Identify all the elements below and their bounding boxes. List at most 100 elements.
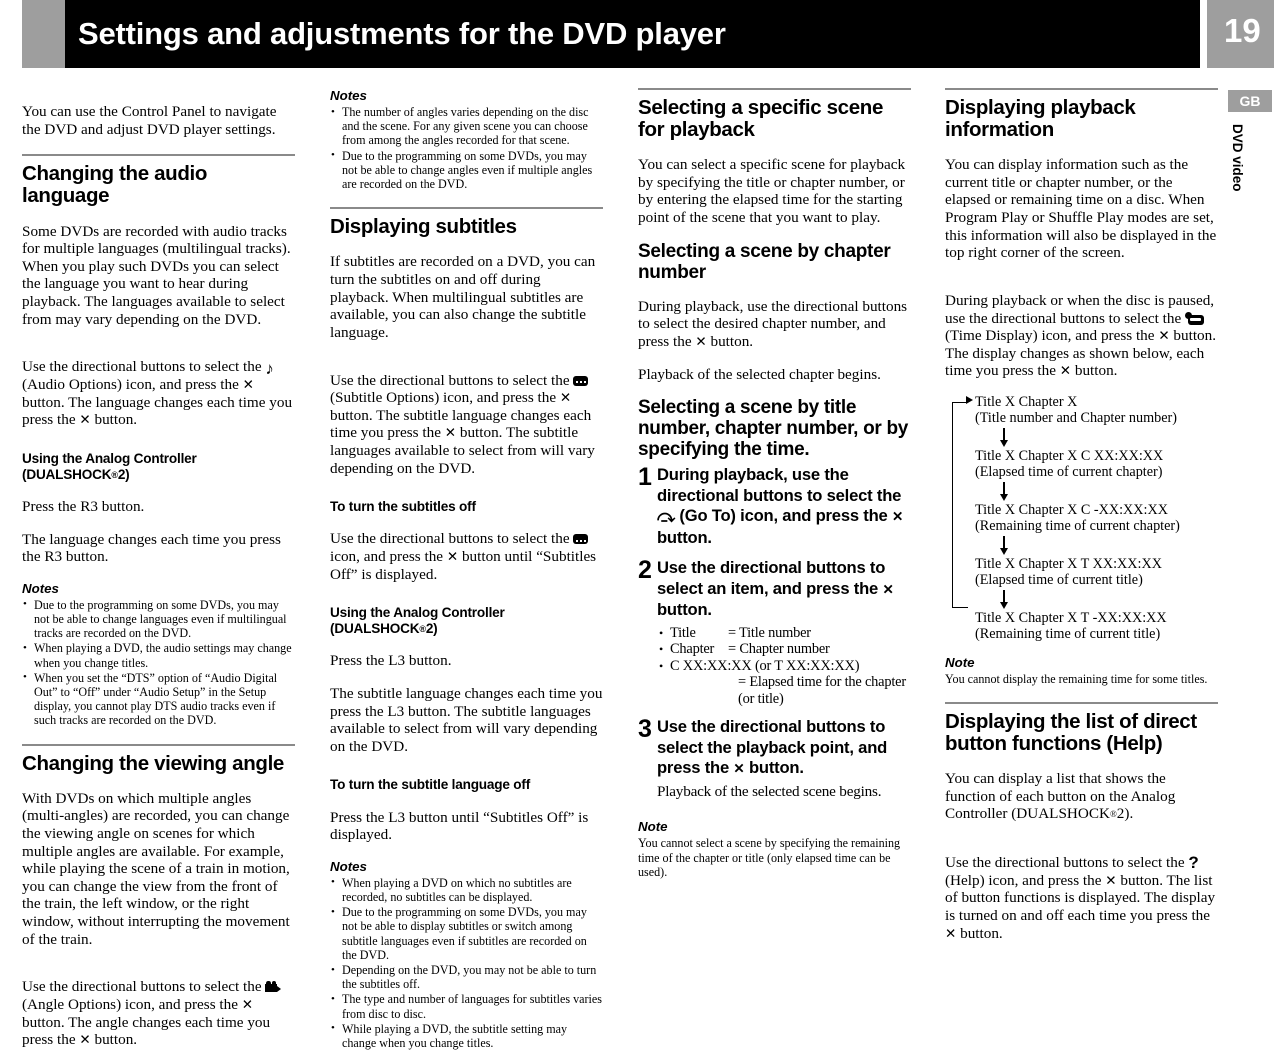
step-text: Use the directional buttons to select th… [657, 717, 911, 800]
viewing-angle-paragraph: With DVDs on which multiple angles (mult… [22, 789, 290, 948]
step-2: 2 Use the directional buttons to select … [638, 558, 911, 707]
cross-button-icon: ✕ [559, 390, 572, 406]
subheading-analog-controller: Using the Analog Controller (DUALSHOCK®2… [330, 605, 603, 637]
cross-button-icon: ✕ [695, 333, 707, 349]
step-1: 1 During playback, use the directional b… [638, 465, 911, 548]
step-text-b: (Go To) icon, and press the [679, 506, 888, 526]
scene-by-chapter-instruction: During playback, use the directional but… [638, 298, 911, 351]
l3-button-text: Press the L3 button. [330, 652, 452, 670]
step-result: Playback of the selected scene begins. [657, 782, 882, 800]
section-selecting-specific-scene: Selecting a specific scene for playback [638, 96, 883, 141]
notes-list: Due to the programming on some DVDs, you… [22, 597, 295, 728]
instruction-text-d: button. [94, 1031, 138, 1049]
time-display-flow-diagram: Title X Chapter X (Title number and Chap… [951, 394, 1218, 642]
note-item: When you set the “DTS” option of “Audio … [22, 670, 295, 728]
instruction-text-b: (Help) icon, and press the [945, 871, 1102, 889]
definition-item: Title = Title number [657, 625, 911, 642]
r3-button-text-2: The language changes each time you press… [22, 530, 281, 566]
notes-heading: Notes [330, 858, 367, 874]
subtitle-icon [573, 534, 589, 545]
notes-heading: Notes [330, 88, 367, 103]
flow-item-line1: Title X Chapter X T XX:XX:XX [975, 555, 1162, 572]
definition-value: = Title number [728, 624, 811, 641]
flow-loop-bracket [952, 401, 968, 608]
flow-arrowhead-icon [966, 396, 973, 405]
instruction-text-c: button. The language changes each time y… [22, 393, 293, 429]
step-number: 3 [638, 715, 652, 744]
cross-button-icon: ✕ [1059, 363, 1072, 379]
step-text-a: Use the directional buttons to select an… [657, 558, 886, 598]
divider [945, 702, 1218, 705]
note-item: When playing a DVD, the audio settings m… [22, 641, 295, 670]
instruction-text-d: button. [1074, 362, 1118, 380]
definition-value: = Chapter number [728, 641, 830, 658]
notes-list: When playing a DVD on which no subtitles… [330, 875, 603, 1050]
subheading-analog-controller: Using the Analog Controller (DUALSHOCK®2… [22, 451, 295, 483]
notes-heading: Notes [22, 580, 59, 596]
viewing-angle-instruction: Use the directional buttons to select th… [22, 978, 295, 1048]
intro-paragraph: You can use the Control Panel to navigat… [22, 103, 277, 138]
l3-button-text-2: The subtitle language changes each time … [330, 685, 603, 755]
help-instruction: Use the directional buttons to select th… [945, 854, 1218, 942]
subsection-scene-by-chapter: Selecting a scene by chapter number [638, 240, 891, 283]
divider [330, 207, 603, 210]
step-text-b: button. [748, 758, 804, 778]
flow-item-line1: Title X Chapter X C XX:XX:XX [975, 447, 1164, 464]
definition-term: C XX:XX:XX (or T XX:XX:XX) [670, 657, 860, 674]
flow-down-arrow-icon [1000, 480, 1218, 502]
flow-item-line1: Title X Chapter X T -XX:XX:XX [975, 609, 1167, 626]
instruction-text-c: button. The angle changes each time you … [22, 1013, 271, 1049]
help-paragraph: You can display a list that shows the fu… [945, 770, 1218, 824]
column-1: You can use the Control Panel to navigat… [22, 88, 295, 1049]
instruction-text-b: (Angle Options) icon, and press the [22, 995, 238, 1013]
instruction-text-b: (Time Display) icon, and press the [945, 327, 1155, 345]
turn-subtitle-language-off-text: Press the L3 button until “Subtitles Off… [330, 808, 589, 844]
note-item: When playing a DVD on which no subtitles… [330, 875, 603, 904]
instruction-text-b: (Audio Options) icon, and press the [22, 375, 239, 393]
note-item: Due to the programming on some DVDs, you… [22, 597, 295, 641]
cross-button-icon: ✕ [444, 425, 457, 441]
column-4: Displaying playback information You can … [945, 88, 1218, 942]
subsection-scene-by-title: Selecting a scene by title number, chapt… [638, 397, 909, 461]
page-title: Settings and adjustments for the DVD pla… [78, 16, 726, 51]
audio-language-instruction: Use the directional buttons to select th… [22, 358, 293, 429]
subtitles-instruction: Use the directional buttons to select th… [330, 372, 603, 478]
step-text-c: button. [657, 527, 712, 547]
note-item: Depending on the DVD, you may not be abl… [330, 963, 603, 992]
definition-term: Title [670, 624, 696, 641]
side-tab: GB DVD video [1228, 90, 1272, 192]
subheading-text: Using the Analog Controller (DUALSHOCK [22, 450, 197, 482]
cross-button-icon: ✕ [79, 412, 91, 428]
note-item: The number of angles varies depending on… [330, 105, 603, 148]
page-number-badge: 19 [1207, 0, 1274, 68]
instruction-text-a: Use the directional buttons to select th… [330, 371, 570, 389]
step-number: 2 [638, 556, 652, 585]
instruction-text-a: Use the directional buttons to select th… [330, 530, 570, 548]
specific-scene-paragraph: You can select a specific scene for play… [638, 156, 906, 226]
section-displaying-playback-information: Displaying playback information [945, 96, 1136, 141]
flow-item-line2: (Elapsed time of current title) [975, 571, 1143, 588]
cross-button-icon: ✕ [945, 925, 957, 941]
flow-down-arrow-icon [1000, 588, 1218, 610]
note-item: The type and number of languages for sub… [330, 992, 603, 1021]
instruction-text-a: Use the directional buttons to select th… [22, 978, 262, 996]
divider [22, 154, 295, 157]
instruction-text-a: Use the directional buttons to select th… [22, 358, 262, 376]
note-body: You cannot select a scene by specifying … [638, 836, 901, 879]
step-text-a: During playback, use the directional but… [657, 465, 902, 505]
flow-item-line1: Title X Chapter X [975, 393, 1078, 410]
step-text: During playback, use the directional but… [657, 465, 911, 548]
r3-button-text: Press the R3 button. [22, 497, 145, 515]
step-text-b: button. [657, 600, 712, 620]
cross-button-icon: ✕ [1158, 328, 1170, 344]
definition-term: Chapter [670, 641, 715, 658]
flow-item: Title X Chapter X T -XX:XX:XX (Remaining… [975, 610, 1218, 642]
page-number: 19 [1224, 12, 1261, 49]
cross-button-icon: ✕ [1105, 872, 1117, 888]
divider [945, 88, 1218, 90]
go-to-arrow-icon: ⤼ [657, 507, 675, 527]
flow-item-line1: Title X Chapter X C -XX:XX:XX [975, 501, 1168, 518]
section-changing-audio-language: Changing the audio language [22, 162, 208, 208]
flow-item: Title X Chapter X T XX:XX:XX (Elapsed ti… [975, 556, 1218, 588]
cross-button-icon: ✕ [892, 509, 904, 525]
